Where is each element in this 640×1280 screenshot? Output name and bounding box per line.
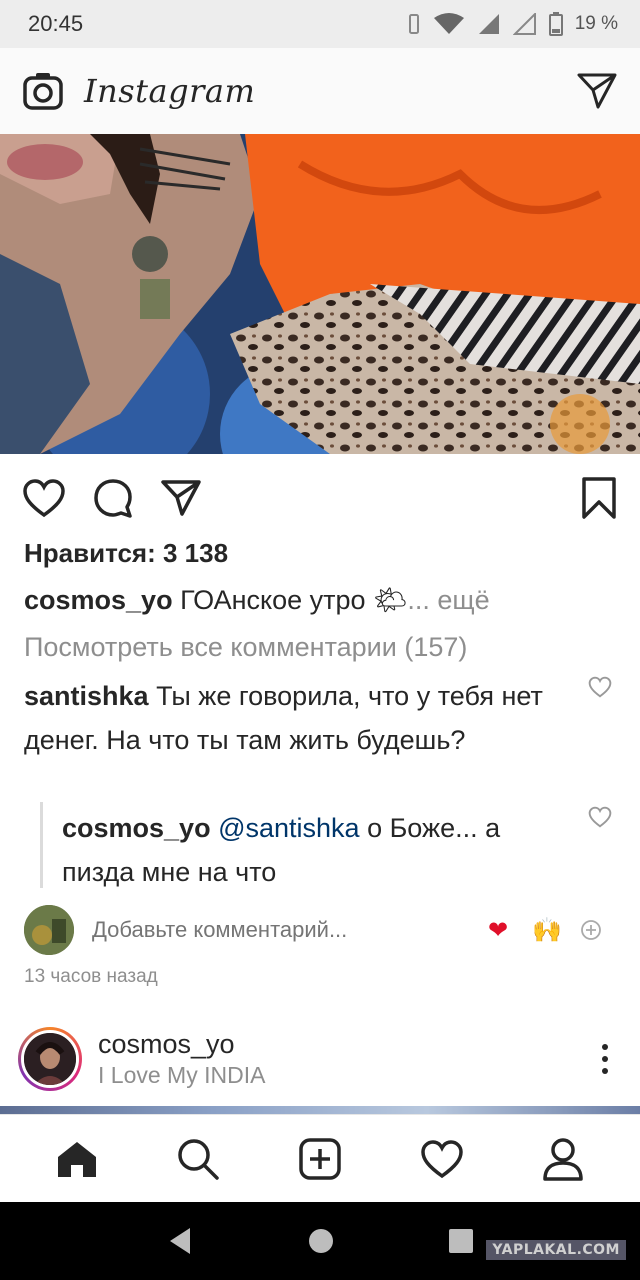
reply-comment: cosmos_yo @santishka о Боже... а пизда м…	[62, 806, 562, 894]
battery-icon	[548, 12, 563, 36]
cell-signal-icon	[478, 14, 499, 34]
raised-hands-reaction-button[interactable]: 🙌	[532, 916, 562, 945]
heart-icon	[420, 1139, 463, 1178]
comment-username[interactable]: santishka	[24, 681, 149, 711]
next-post-location[interactable]: I Love My INDIA	[98, 1062, 265, 1089]
plus-square-icon	[299, 1137, 341, 1180]
more-options-icon[interactable]	[602, 1044, 608, 1074]
search-icon	[178, 1138, 220, 1180]
tab-new-post[interactable]	[290, 1129, 350, 1189]
tab-profile[interactable]	[533, 1129, 593, 1189]
instagram-logo[interactable]: Instagram	[84, 72, 255, 110]
back-triangle-icon[interactable]	[166, 1226, 194, 1256]
add-reaction-icon[interactable]	[580, 919, 602, 941]
home-circle-icon[interactable]	[307, 1227, 335, 1255]
watermark: YAPLAKAL.COM	[486, 1240, 626, 1260]
reply-username[interactable]: cosmos_yo	[62, 813, 211, 843]
caption-username[interactable]: cosmos_yo	[24, 585, 173, 615]
current-user-avatar	[24, 905, 74, 955]
next-post-header: cosmos_yo I Love My INDIA	[18, 1022, 622, 1096]
comment-like-heart-icon[interactable]	[588, 676, 612, 698]
view-all-comments-link[interactable]: Посмотреть все комментарии (157)	[24, 632, 467, 663]
post-actions	[0, 470, 640, 526]
comment: santishka Ты же говорила, что у тебя нет…	[24, 674, 544, 762]
share-paper-plane-icon[interactable]	[160, 478, 202, 518]
reply-mention[interactable]: @santishka	[211, 813, 359, 843]
tab-home[interactable]	[47, 1129, 107, 1189]
bottom-tab-bar	[0, 1114, 640, 1202]
battery-percent: 19 %	[574, 13, 618, 34]
app-header: Instagram	[0, 48, 640, 134]
likes-count[interactable]: Нравится: 3 138	[24, 538, 228, 569]
status-icons: 19 %	[407, 12, 618, 36]
person-icon	[543, 1137, 583, 1181]
comment-bubble-icon[interactable]	[92, 477, 134, 519]
add-comment-input[interactable]	[92, 917, 472, 943]
next-post-username[interactable]: cosmos_yo	[98, 1029, 265, 1060]
home-icon	[57, 1141, 96, 1177]
next-post-photo	[0, 1106, 640, 1114]
post-photo[interactable]	[0, 134, 640, 454]
reply-like-heart-icon[interactable]	[588, 806, 612, 828]
sun-cloud-icon: 🌤	[373, 585, 408, 615]
bookmark-icon[interactable]	[580, 476, 618, 520]
camera-icon[interactable]	[22, 70, 64, 112]
cell-signal-2-icon	[512, 13, 536, 35]
reply-thread-line	[40, 802, 43, 888]
vibrate-icon	[408, 14, 419, 34]
paper-plane-icon[interactable]	[576, 71, 618, 111]
add-comment-row: ❤ 🙌	[24, 904, 624, 956]
caption-more-link[interactable]: ... ещё	[407, 585, 489, 615]
next-post-avatar[interactable]	[18, 1027, 82, 1091]
next-post-meta: cosmos_yo I Love My INDIA	[98, 1029, 265, 1089]
status-time: 20:45	[28, 11, 84, 36]
tab-search[interactable]	[168, 1129, 228, 1189]
caption-text: ГОАнское утро	[172, 585, 374, 615]
wifi-icon	[433, 13, 464, 34]
heart-reaction-button[interactable]: ❤	[488, 916, 508, 945]
post-image	[0, 134, 640, 454]
tab-activity[interactable]	[412, 1129, 472, 1189]
like-heart-icon[interactable]	[22, 478, 66, 518]
status-bar: 20:45 19 %	[0, 0, 640, 48]
recents-square-icon[interactable]	[448, 1228, 474, 1254]
post-timestamp: 13 часов назад	[24, 966, 158, 987]
post-caption: cosmos_yo ГОАнское утро 🌤... ещё	[24, 584, 490, 616]
